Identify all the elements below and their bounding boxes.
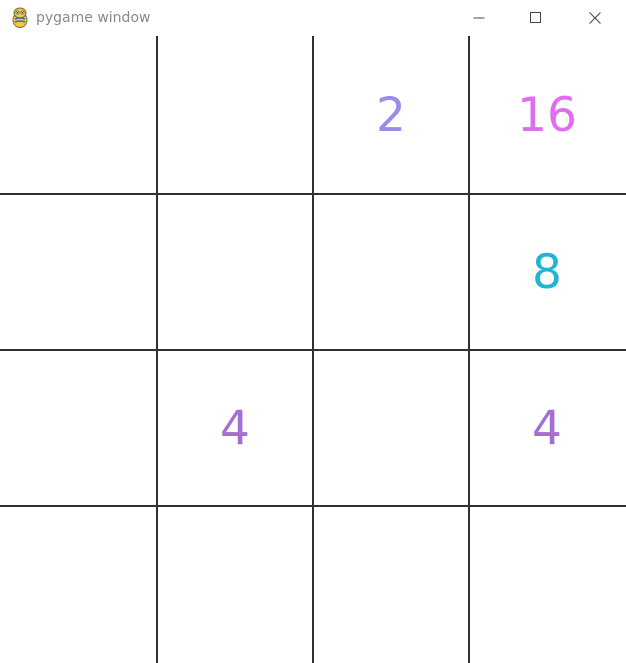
- grid-cell: [313, 194, 469, 350]
- window-title: pygame window: [36, 10, 151, 26]
- tile-value: 8: [532, 244, 562, 300]
- maximize-icon: [530, 12, 541, 23]
- tile-value: 2: [376, 87, 406, 143]
- grid-cell: 8: [469, 194, 625, 350]
- grid-cell: [157, 37, 313, 193]
- close-icon: [589, 12, 601, 24]
- grid-cell: [157, 506, 313, 662]
- title-bar[interactable]: pygame window: [0, 0, 626, 36]
- grid-cell: [0, 37, 156, 193]
- tile-value: 16: [517, 87, 577, 143]
- grid-cell: [157, 194, 313, 350]
- grid-cell: [313, 506, 469, 662]
- grid-cell: 16: [469, 37, 625, 193]
- minimize-button[interactable]: [456, 0, 502, 36]
- grid-cell: 2: [313, 37, 469, 193]
- close-button[interactable]: [572, 0, 618, 36]
- grid-cell: [0, 194, 156, 350]
- tile-value: 4: [220, 400, 250, 456]
- minimize-icon: [473, 17, 485, 19]
- game-board[interactable]: 2 16 8 4 4: [0, 36, 626, 663]
- grid-cell: [0, 506, 156, 662]
- tile-value: 4: [532, 400, 562, 456]
- grid-cell: [313, 350, 469, 506]
- pygame-window: pygame window 2 16 8 4 4: [0, 0, 626, 663]
- pygame-snake-icon: [12, 7, 28, 28]
- maximize-button[interactable]: [513, 0, 559, 36]
- grid-cell: 4: [157, 350, 313, 506]
- grid-cell: [0, 350, 156, 506]
- grid-cell: 4: [469, 350, 625, 506]
- grid-cell: [469, 506, 625, 662]
